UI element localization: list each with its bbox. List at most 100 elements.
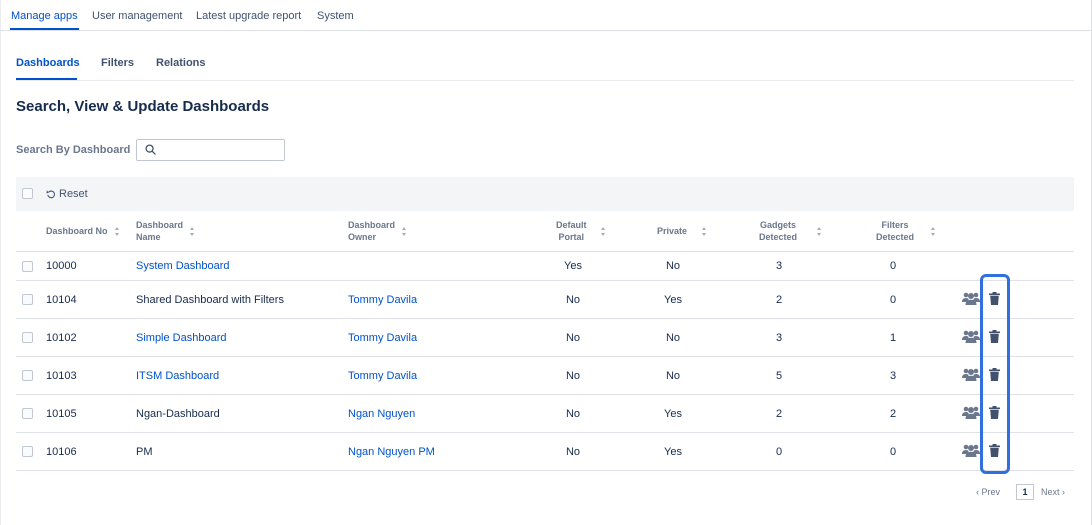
cell-dashboard-owner[interactable]: Tommy Davila bbox=[348, 281, 417, 318]
share-users-icon[interactable] bbox=[962, 367, 980, 382]
row-checkbox[interactable] bbox=[22, 370, 33, 381]
cell-private: No bbox=[665, 260, 681, 272]
sort-icon bbox=[702, 226, 707, 236]
cell-gadgets-detected: 3 bbox=[775, 331, 783, 344]
cell-dashboard-name-link[interactable]: Simple Dashboard bbox=[136, 319, 227, 356]
cell-filters-detected: 0 bbox=[889, 260, 897, 272]
cell-default-portal: No bbox=[565, 445, 581, 458]
table-row: 10106 PM Ngan Nguyen PM No Yes 0 0 bbox=[16, 433, 1074, 471]
reset-label: Reset bbox=[59, 188, 88, 200]
cell-dashboard-owner[interactable]: Tommy Davila bbox=[348, 357, 417, 394]
page-left-border bbox=[0, 0, 1, 525]
cell-gadgets-detected: 5 bbox=[775, 369, 783, 382]
column-label: Dashboard Owner bbox=[348, 220, 396, 242]
sort-icon bbox=[114, 226, 120, 236]
sort-icon bbox=[817, 226, 822, 236]
column-label: Dashboard Name bbox=[136, 220, 184, 242]
sort-icon bbox=[190, 226, 195, 236]
page-number-current[interactable]: 1 bbox=[1016, 484, 1034, 500]
column-label: Default Portal bbox=[556, 220, 587, 242]
table-row: 10102 Simple Dashboard Tommy Davila No N… bbox=[16, 319, 1074, 357]
search-icon bbox=[145, 144, 156, 155]
row-checkbox[interactable] bbox=[22, 261, 33, 272]
cell-dashboard-name: Shared Dashboard with Filters bbox=[136, 293, 284, 306]
column-header-filters-detected[interactable]: Filters Detected bbox=[876, 211, 936, 251]
cell-filters-detected: 0 bbox=[889, 293, 897, 306]
select-all-checkbox[interactable] bbox=[22, 188, 33, 199]
column-label: Filters Detected bbox=[876, 220, 915, 242]
delete-column-highlight bbox=[980, 274, 1010, 474]
column-label: Private bbox=[657, 226, 688, 236]
column-header-gadgets-detected[interactable]: Gadgets Detected bbox=[759, 211, 822, 251]
cell-dashboard-no: 10106 bbox=[46, 445, 77, 458]
cell-dashboard-no: 10103 bbox=[46, 369, 77, 382]
cell-gadgets-detected: 3 bbox=[775, 260, 783, 272]
cell-private: No bbox=[665, 331, 681, 344]
reset-icon bbox=[46, 190, 55, 199]
tab-latest-upgrade-report[interactable]: Latest upgrade report bbox=[196, 10, 301, 22]
cell-dashboard-name: PM bbox=[136, 445, 153, 458]
sort-icon bbox=[402, 226, 407, 236]
cell-private: Yes bbox=[664, 445, 682, 458]
cell-dashboard-no: 10104 bbox=[46, 293, 77, 306]
cell-dashboard-owner[interactable]: Tommy Davila bbox=[348, 319, 417, 356]
cell-dashboard-owner[interactable]: Ngan Nguyen PM bbox=[348, 433, 435, 470]
top-nav: Manage apps User management Latest upgra… bbox=[0, 0, 1092, 31]
table-row: 10104 Shared Dashboard with Filters Tomm… bbox=[16, 281, 1074, 319]
cell-filters-detected: 0 bbox=[889, 445, 897, 458]
column-header-private[interactable]: Private bbox=[657, 211, 707, 251]
cell-private: Yes bbox=[664, 293, 682, 306]
tab-user-management[interactable]: User management bbox=[92, 10, 183, 22]
share-users-icon[interactable] bbox=[962, 291, 980, 306]
tab-dashboards[interactable]: Dashboards bbox=[16, 57, 80, 69]
column-header-dashboard-owner[interactable]: Dashboard Owner bbox=[348, 211, 407, 251]
cell-dashboard-name-link[interactable]: System Dashboard bbox=[136, 252, 230, 280]
cell-private: No bbox=[665, 369, 681, 382]
column-label: Gadgets Detected bbox=[759, 220, 798, 242]
tab-relations[interactable]: Relations bbox=[156, 57, 206, 69]
cell-default-portal: No bbox=[565, 331, 581, 344]
prev-page-button[interactable]: ‹ Prev bbox=[976, 487, 1000, 497]
share-users-icon[interactable] bbox=[962, 329, 980, 344]
tab-filters[interactable]: Filters bbox=[101, 57, 134, 69]
cell-default-portal: No bbox=[565, 369, 581, 382]
row-checkbox[interactable] bbox=[22, 408, 33, 419]
search-input[interactable] bbox=[163, 142, 282, 159]
cell-dashboard-no: 10000 bbox=[46, 260, 77, 272]
row-checkbox[interactable] bbox=[22, 332, 33, 343]
prev-label: Prev bbox=[981, 487, 1001, 497]
row-checkbox[interactable] bbox=[22, 446, 33, 457]
column-header-default-portal[interactable]: Default Portal bbox=[556, 211, 606, 251]
column-label: Dashboard No bbox=[46, 226, 108, 236]
tab-manage-apps[interactable]: Manage apps bbox=[11, 10, 78, 22]
reset-button[interactable]: Reset bbox=[46, 188, 88, 200]
cell-dashboard-owner[interactable]: Ngan Nguyen bbox=[348, 395, 415, 432]
sub-nav: Dashboards Filters Relations bbox=[16, 50, 1074, 81]
share-users-icon[interactable] bbox=[962, 405, 980, 420]
column-header-dashboard-name[interactable]: Dashboard Name bbox=[136, 211, 195, 251]
active-subtab-indicator bbox=[16, 78, 77, 80]
cell-default-portal: Yes bbox=[564, 260, 582, 272]
cell-dashboard-name: Ngan-Dashboard bbox=[136, 407, 220, 420]
table-toolbar: Reset bbox=[16, 177, 1074, 211]
cell-default-portal: No bbox=[565, 293, 581, 306]
cell-dashboard-name-link[interactable]: ITSM Dashboard bbox=[136, 357, 219, 394]
cell-private: Yes bbox=[664, 407, 682, 420]
search-label: Search By Dashboard bbox=[16, 144, 131, 156]
page-title: Search, View & Update Dashboards bbox=[16, 98, 270, 115]
tab-system[interactable]: System bbox=[317, 10, 354, 22]
sort-icon bbox=[600, 226, 606, 236]
sort-icon bbox=[931, 226, 936, 236]
table-row: 10105 Ngan-Dashboard Ngan Nguyen No Yes … bbox=[16, 395, 1074, 433]
search-box bbox=[136, 139, 285, 161]
cell-gadgets-detected: 2 bbox=[775, 407, 783, 420]
table-row: 10103 ITSM Dashboard Tommy Davila No No … bbox=[16, 357, 1074, 395]
cell-dashboard-no: 10102 bbox=[46, 331, 77, 344]
share-users-icon[interactable] bbox=[962, 443, 980, 458]
next-page-button[interactable]: Next › bbox=[1041, 487, 1065, 497]
row-checkbox[interactable] bbox=[22, 294, 33, 305]
column-header-dashboard-no[interactable]: Dashboard No bbox=[46, 211, 120, 251]
table-header: Dashboard No Dashboard Name Dashboard Ow… bbox=[16, 211, 1074, 252]
cell-default-portal: No bbox=[565, 407, 581, 420]
cell-filters-detected: 2 bbox=[889, 407, 897, 420]
